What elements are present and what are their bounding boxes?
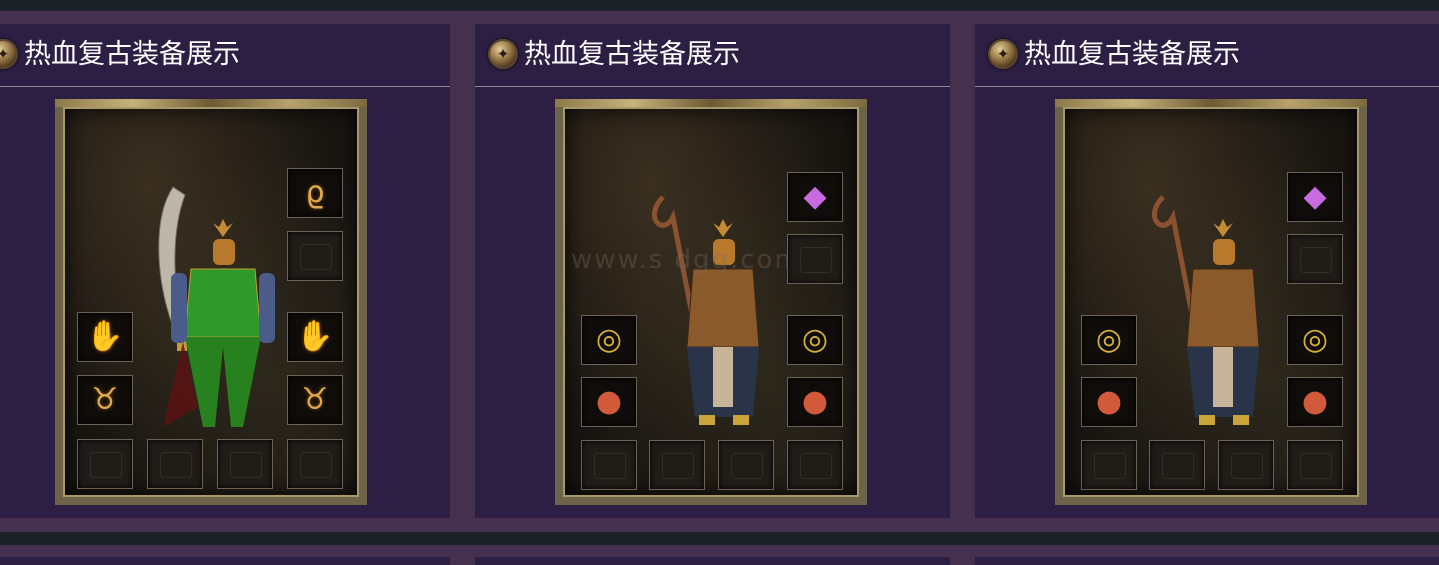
empty-slot[interactable]	[1218, 440, 1274, 490]
panel-title: 热血复古装备展示	[1024, 39, 1240, 70]
bracelet-slot-right[interactable]: ◎	[787, 315, 843, 365]
jade-bracelet-icon: ◎	[1301, 322, 1329, 357]
jade-bracelet-icon: ◎	[595, 322, 623, 357]
empty-slot[interactable]	[1287, 234, 1343, 284]
bracelet-slot-left[interactable]: ✋	[77, 312, 133, 362]
necklace-icon: ϱ	[305, 175, 325, 210]
taoist-character-icon	[651, 195, 760, 425]
empty-slot[interactable]	[1287, 440, 1343, 490]
compass-icon	[988, 39, 1018, 69]
ring-slot-left[interactable]: ♉	[77, 375, 133, 425]
empty-slot[interactable]	[147, 439, 203, 489]
bracelet-slot-left[interactable]: ◎	[1081, 315, 1137, 365]
empty-slot[interactable]	[718, 440, 774, 490]
jade-bracelet-icon: ◎	[1095, 322, 1123, 357]
necklace-slot[interactable]: ◆	[787, 172, 843, 222]
ring-icon: ♉	[91, 382, 119, 417]
equipment-window[interactable]: ◆ ◎ ◎ ● ●	[1055, 99, 1367, 505]
ruby-ring-icon: ●	[1301, 384, 1329, 419]
compass-icon	[488, 39, 518, 69]
next-row-panel-2	[475, 557, 950, 565]
bracelet-slot-right[interactable]: ◎	[1287, 315, 1343, 365]
panel-header: 热血复古装备展示	[0, 24, 450, 87]
compass-icon	[0, 39, 18, 69]
ruby-ring-icon: ●	[801, 384, 829, 419]
gem-necklace-icon: ◆	[803, 179, 827, 214]
bracelet-slot-right[interactable]: ✋	[287, 312, 343, 362]
necklace-slot[interactable]: ◆	[1287, 172, 1343, 222]
ring-slot-left[interactable]: ●	[1081, 377, 1137, 427]
empty-slot[interactable]	[287, 231, 343, 281]
empty-slot[interactable]	[649, 440, 705, 490]
taoist-character-icon	[1151, 195, 1260, 425]
empty-slot[interactable]	[77, 439, 133, 489]
ring-slot-right[interactable]: ●	[787, 377, 843, 427]
empty-slot[interactable]	[581, 440, 637, 490]
jade-bracelet-icon: ◎	[801, 322, 829, 357]
ring-slot-right[interactable]: ●	[1287, 377, 1343, 427]
ruby-ring-icon: ●	[1095, 384, 1123, 419]
panel-title: 热血复古装备展示	[524, 39, 740, 70]
warrior-character-icon	[158, 186, 275, 427]
empty-slot[interactable]	[217, 439, 273, 489]
next-row-panel-1	[0, 557, 450, 565]
gem-necklace-icon: ◆	[1303, 179, 1327, 214]
equipment-panel-2: 热血复古装备展示 www.s dgg.com ◆ ◎ ◎ ● ●	[475, 24, 950, 518]
necklace-slot[interactable]: ϱ	[287, 168, 343, 218]
equipment-panel-3: 热血复古装备展示 ◆ ◎ ◎ ● ●	[975, 24, 1439, 518]
empty-slot[interactable]	[1149, 440, 1205, 490]
ring-slot-right[interactable]: ♉	[287, 375, 343, 425]
ring-slot-left[interactable]: ●	[581, 377, 637, 427]
ring-icon: ♉	[301, 382, 329, 417]
next-row-panel-3	[975, 557, 1439, 565]
equipment-window[interactable]: ϱ ✋ ✋ ♉ ♉	[55, 99, 367, 505]
panel-header: 热血复古装备展示	[475, 24, 950, 87]
empty-slot[interactable]	[787, 234, 843, 284]
equipment-window[interactable]: www.s dgg.com ◆ ◎ ◎ ● ●	[555, 99, 867, 505]
empty-slot[interactable]	[787, 440, 843, 490]
top-divider-bar	[0, 0, 1439, 11]
ruby-ring-icon: ●	[595, 384, 623, 419]
row-divider-bar	[0, 532, 1439, 545]
equipment-panel-1: 热血复古装备展示 ϱ ✋ ✋ ♉ ♉	[0, 24, 450, 518]
empty-slot[interactable]	[1081, 440, 1137, 490]
bracelet-slot-left[interactable]: ◎	[581, 315, 637, 365]
panel-header: 热血复古装备展示	[975, 24, 1439, 87]
bracelet-icon: ✋	[86, 319, 124, 354]
empty-slot[interactable]	[287, 439, 343, 489]
panel-title: 热血复古装备展示	[24, 39, 240, 70]
bracelet-icon: ✋	[296, 319, 334, 354]
